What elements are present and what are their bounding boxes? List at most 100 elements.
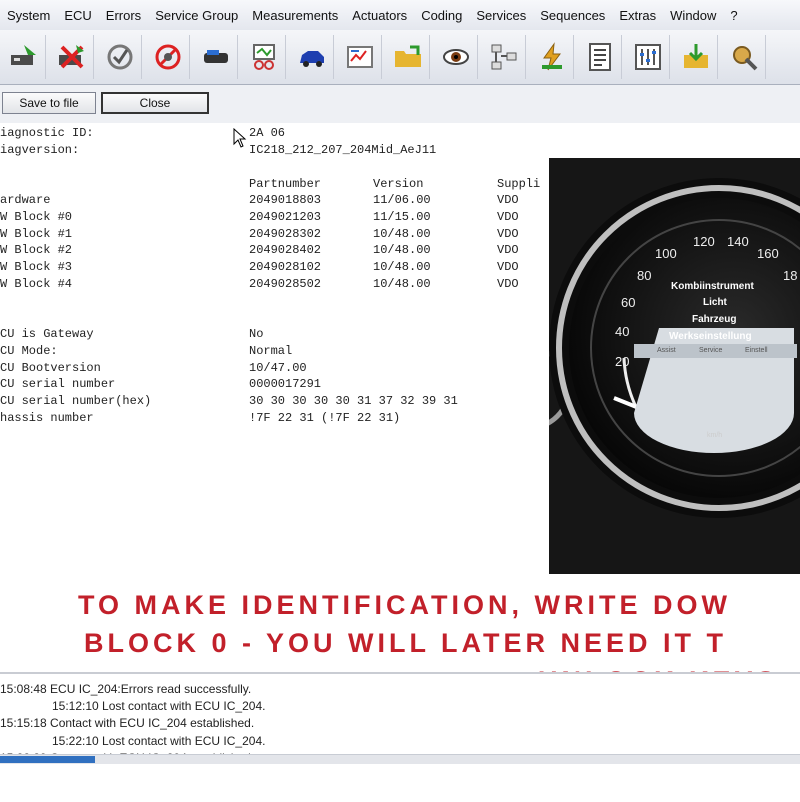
speed-20: 20 (615, 354, 630, 369)
menu-bar: System ECU Errors Service Group Measurem… (0, 0, 800, 31)
menu-help[interactable]: ? (723, 8, 744, 23)
table-row-supplier: VDO (497, 243, 519, 257)
cluster-menu-werkseinstellung: Werkseinstellung (669, 331, 752, 342)
table-row-label: W Block #3 (0, 260, 73, 274)
log-line: 15:15:18 Contact with ECU IC_204 establi… (0, 716, 255, 730)
network-icon[interactable] (482, 35, 526, 79)
log-line: 15:12:10 Lost contact with ECU IC_204. (52, 699, 266, 713)
mouse-cursor-icon (233, 128, 247, 148)
menu-services[interactable]: Services (469, 8, 533, 23)
ecu-info-label: CU serial number(hex) (0, 394, 152, 408)
settings-icon[interactable] (626, 35, 670, 79)
speed-120: 120 (693, 234, 715, 249)
speed-180: 18 (783, 268, 798, 283)
ecu-info-label: CU Bootversion (0, 361, 101, 375)
cancel-icon[interactable] (146, 35, 190, 79)
log-line: 15:08:48 ECU IC_204:Errors read successf… (0, 682, 252, 696)
col-version: Version (373, 177, 424, 191)
ecu-info-value: 0000017291 (249, 377, 322, 391)
menu-errors[interactable]: Errors (99, 8, 148, 23)
diag-id-value: 2A 06 (249, 126, 286, 140)
table-row-label: ardware (0, 193, 51, 207)
download-icon[interactable] (674, 35, 718, 79)
cluster-menu-kombiinstrument: Kombiinstrument (671, 281, 754, 292)
col-supplier: Suppli (497, 177, 541, 191)
ecu-info-label: hassis number (0, 411, 94, 425)
table-row-supplier: VDO (497, 193, 519, 207)
flash-icon[interactable] (530, 35, 574, 79)
table-row-supplier: VDO (497, 277, 519, 291)
table-row-partnumber: 2049028302 (249, 227, 322, 241)
table-row-partnumber: 2049028102 (249, 260, 322, 274)
save-to-file-button[interactable]: Save to file (2, 92, 96, 114)
video-caption: TO MAKE IDENTIFICATION, WRITE DOW BLOCK … (0, 588, 800, 696)
bottom-area (0, 764, 800, 800)
report-icon[interactable] (338, 35, 382, 79)
table-row-version: 11/06.00 (373, 193, 431, 207)
table-row-label: W Block #0 (0, 210, 73, 224)
check-icon[interactable] (98, 35, 142, 79)
table-row-version: 10/48.00 (373, 227, 431, 241)
ecu-info-label: CU is Gateway (0, 327, 94, 341)
table-row-label: W Block #1 (0, 227, 73, 241)
diagversion-value: IC218_212_207_204Mid_AeJ11 (249, 143, 437, 157)
scrollbar-thumb[interactable] (0, 756, 95, 763)
ecu-info-label: CU Mode: (0, 344, 58, 358)
col-partnumber: Partnumber (249, 177, 322, 191)
menu-service-group[interactable]: Service Group (148, 8, 245, 23)
speed-140: 140 (727, 234, 749, 249)
cluster-menu-fahrzeug: Fahrzeug (692, 314, 737, 325)
instrument-cluster-photo: 20 40 60 80 100 120 140 160 18 Kombiinst… (549, 158, 800, 574)
cluster-tab-service: Service (699, 347, 723, 354)
table-row-partnumber: 2049018803 (249, 193, 322, 207)
log-line: 15:22:10 Lost contact with ECU IC_204. (52, 734, 266, 748)
tester-icon[interactable] (242, 35, 286, 79)
speed-160: 160 (757, 246, 779, 261)
toolbar (0, 30, 800, 85)
cluster-tab-assist: Assist (657, 347, 676, 354)
ecu-info-label: CU serial number (0, 377, 116, 391)
table-row-version: 10/48.00 (373, 277, 431, 291)
car-icon[interactable] (290, 35, 334, 79)
menu-actuators[interactable]: Actuators (345, 8, 414, 23)
speed-40: 40 (615, 324, 630, 339)
action-bar: Save to file Close (0, 85, 800, 124)
table-row-partnumber: 2049021203 (249, 210, 322, 224)
disconnect-icon[interactable] (50, 35, 94, 79)
folder-icon[interactable] (386, 35, 430, 79)
diag-id-label: iagnostic ID: (0, 126, 94, 140)
menu-ecu[interactable]: ECU (57, 8, 98, 23)
document-icon[interactable] (578, 35, 622, 79)
menu-system[interactable]: System (0, 8, 57, 23)
table-row-version: 10/48.00 (373, 260, 431, 274)
menu-window[interactable]: Window (663, 8, 723, 23)
cluster-unit: km/h (707, 432, 723, 439)
table-row-version: 10/48.00 (373, 243, 431, 257)
speed-100: 100 (655, 246, 677, 261)
speed-80: 80 (637, 268, 652, 283)
cluster-menu-licht: Licht (703, 297, 727, 308)
close-button[interactable]: Close (101, 92, 209, 114)
tools-icon[interactable] (722, 35, 766, 79)
cluster-tab-einstell: Einstell (745, 347, 768, 354)
menu-coding[interactable]: Coding (414, 8, 469, 23)
table-row-label: W Block #4 (0, 277, 73, 291)
table-row-version: 11/15.00 (373, 210, 431, 224)
speed-60: 60 (621, 295, 636, 310)
menu-extras[interactable]: Extras (612, 8, 663, 23)
ecu-icon[interactable] (194, 35, 238, 79)
ecu-info-value: 30 30 30 30 30 31 37 32 39 31 (249, 394, 458, 408)
menu-measurements[interactable]: Measurements (245, 8, 345, 23)
menu-sequences[interactable]: Sequences (533, 8, 612, 23)
connect-icon[interactable] (2, 35, 46, 79)
ecu-info-value: !7F 22 31 (!7F 22 31) (249, 411, 401, 425)
table-row-supplier: VDO (497, 227, 519, 241)
table-row-supplier: VDO (497, 260, 519, 274)
table-row-supplier: VDO (497, 210, 519, 224)
ecu-info-value: No (249, 327, 264, 341)
caption-line-1: TO MAKE IDENTIFICATION, WRITE DOW (78, 590, 731, 620)
eye-icon[interactable] (434, 35, 478, 79)
diagversion-label: iagversion: (0, 143, 80, 157)
caption-line-2: BLOCK 0 - YOU WILL LATER NEED IT T (84, 628, 728, 658)
ecu-info-value: 10/47.00 (249, 361, 307, 375)
